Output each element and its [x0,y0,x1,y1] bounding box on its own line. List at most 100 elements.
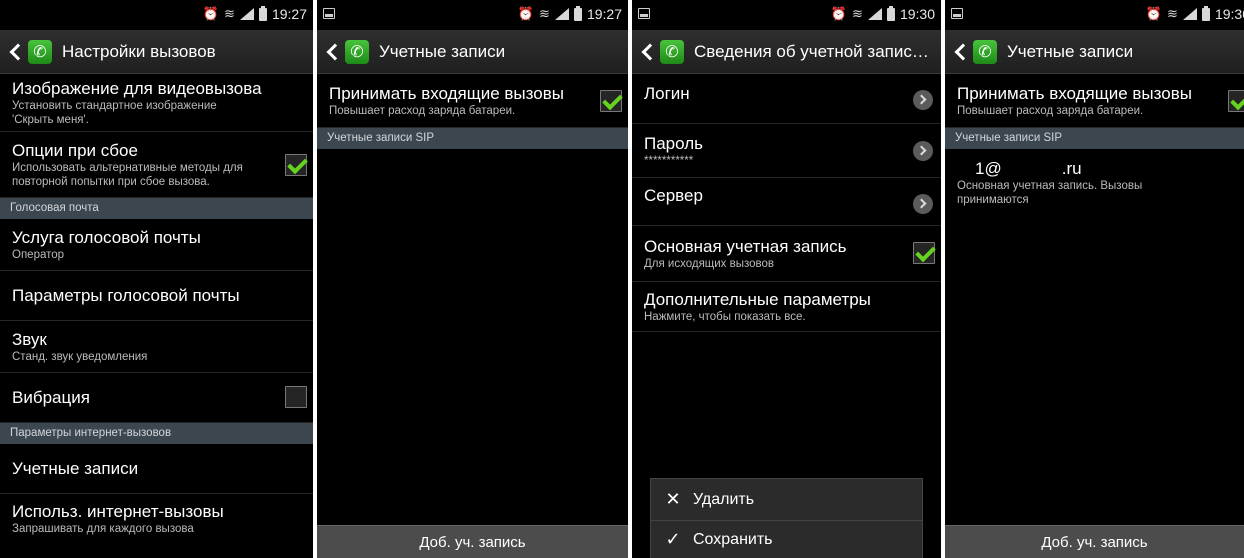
battery-icon [1201,5,1210,21]
menu-item-label: Сохранить [693,530,773,548]
item-title: Изображение для видеовызова [12,78,262,98]
status-icons: ⏰ ≋ 19:30 [1146,5,1244,22]
vibration-item[interactable]: Вибрация [0,373,313,423]
video-image-item[interactable]: Изображение для видеовызова Установить с… [0,74,313,132]
sip-account-item[interactable]: 1@ .ru Основная учетная запись. Вызовы пр… [945,149,1244,217]
signal-icon [867,8,882,20]
item-subtitle: Для исходящих вызовов [644,257,775,270]
signal-icon [239,8,254,20]
screenshot-notification-icon [638,8,650,19]
alarm-icon: ⏰ [202,6,220,21]
phone-app-icon[interactable]: ✆ [973,39,997,64]
accounts-item[interactable]: Учетные записи [0,444,313,494]
item-title: Использ. интернет-вызовы [12,502,224,521]
item-title: Услуга голосовой почты [12,227,201,247]
receive-incoming-item[interactable]: Принимать входящие вызовы Повышает расхо… [945,74,1244,128]
battery-icon [886,5,895,21]
item-title: Дополнительные параметры [644,289,871,309]
action-bar: ✆ Сведения об учетной записи... [632,30,941,74]
status-time: 19:27 [271,6,307,22]
sound-item[interactable]: Звук Станд. звук уведомления [0,321,313,373]
item-title: Опции при сбое [12,140,138,160]
back-arrow-icon[interactable] [325,45,339,59]
save-menu-item[interactable]: ✓ Сохранить [651,521,922,558]
delete-menu-item[interactable]: ✕ Удалить [651,479,922,521]
phone-app-icon[interactable]: ✆ [28,39,52,64]
add-account-button[interactable]: Доб. уч. запись [945,525,1244,558]
item-title: Параметры голосовой почты [12,285,240,305]
voicemail-service-item[interactable]: Услуга голосовой почты Оператор [0,219,313,271]
screenshot-notification-icon [323,8,335,19]
phone-app-icon[interactable]: ✆ [345,39,369,64]
status-time: 19:27 [586,6,622,22]
login-item[interactable]: Логин [632,74,941,124]
section-header-sip: Учетные записи SIP [317,128,628,149]
back-arrow-icon[interactable] [640,45,654,59]
back-arrow-icon[interactable] [8,45,22,59]
chevron-right-icon [913,141,933,161]
server-item[interactable]: Сервер [632,178,941,226]
account-address-prefix: 1@ [975,159,1002,178]
extra-params-item[interactable]: Дополнительные параметры Нажмите, чтобы … [632,282,941,332]
alarm-icon: ⏰ [517,6,535,21]
screen-account-details: ⏰ ≋ 19:30 ✆ Сведения об учетной записи..… [632,0,941,558]
add-account-button[interactable]: Доб. уч. запись [317,525,628,558]
status-time: 19:30 [1214,6,1244,22]
primary-account-checkbox[interactable] [913,242,935,264]
item-subtitle: Нажмите, чтобы показать все. [644,310,806,323]
action-bar: ✆ Учетные записи [945,30,1244,74]
item-title: Сервер [644,186,703,205]
action-bar: ✆ Учетные записи [317,30,628,74]
item-title: Принимать входящие вызовы [329,83,564,103]
status-time: 19:30 [899,6,935,22]
screenshot-notification-icon [951,8,963,19]
fail-options-item[interactable]: Опции при сбое Использовать альтернативн… [0,132,313,198]
account-address: 1@ .ru [957,159,1230,179]
section-header-internet: Параметры интернет-вызовов [0,423,313,444]
item-title: Логин [644,84,690,103]
use-internet-calls-item[interactable]: Использ. интернет-вызовы Запрашивать для… [0,494,313,544]
wifi-icon: ≋ [224,6,235,21]
status-bar: ⏰ ≋ 19:30 [632,0,941,30]
signal-icon [1182,8,1197,20]
item-subtitle: Оператор [12,248,65,261]
primary-account-item[interactable]: Основная учетная запись Для исходящих вы… [632,226,941,282]
page-title: Учетные записи [379,41,506,61]
page-title: Сведения об учетной записи... [694,41,934,61]
screen-call-settings: ⏰ ≋ 19:27 ✆ Настройки вызовов Изображени… [0,0,313,558]
voicemail-params-item[interactable]: Параметры голосовой почты [0,271,313,321]
alarm-icon: ⏰ [830,6,848,21]
password-value: *********** [644,154,694,167]
checkmark-icon: ✓ [665,529,681,549]
item-title: Учетные записи [12,458,139,478]
item-subtitle: Использовать альтернативные методы для п… [12,161,243,188]
page-title: Настройки вызовов [62,41,216,61]
fail-options-checkbox[interactable] [285,154,307,176]
status-icons: ⏰ ≋ 19:30 [830,5,935,22]
chevron-right-icon [913,90,933,110]
password-item[interactable]: Пароль *********** [632,124,941,178]
receive-incoming-item[interactable]: Принимать входящие вызовы Повышает расхо… [317,74,628,128]
phone-app-icon[interactable]: ✆ [660,39,684,64]
status-icons: ⏰ ≋ 19:27 [517,5,622,22]
status-bar: ⏰ ≋ 19:27 [317,0,628,30]
chevron-right-icon [913,194,933,214]
redacted-domain [1005,163,1058,176]
signal-icon [554,8,569,20]
wifi-icon: ≋ [539,6,550,21]
status-bar: ⏰ ≋ 19:30 [945,0,1244,30]
action-bar: ✆ Настройки вызовов [0,30,313,74]
receive-incoming-checkbox[interactable] [600,90,622,112]
item-title: Основная учетная запись [644,236,847,256]
item-subtitle: Основная учетная запись. Вызовы принимаю… [957,180,1143,206]
back-arrow-icon[interactable] [953,45,967,59]
receive-incoming-checkbox[interactable] [1228,90,1244,112]
item-title: Пароль [644,133,703,153]
item-title: Звук [12,329,47,349]
wifi-icon: ≋ [852,6,863,21]
context-menu: ✕ Удалить ✓ Сохранить [650,478,923,558]
page-title: Учетные записи [1007,41,1134,61]
item-title: Принимать входящие вызовы [957,83,1192,103]
vibration-checkbox[interactable] [285,386,307,408]
item-title: Вибрация [12,387,90,407]
